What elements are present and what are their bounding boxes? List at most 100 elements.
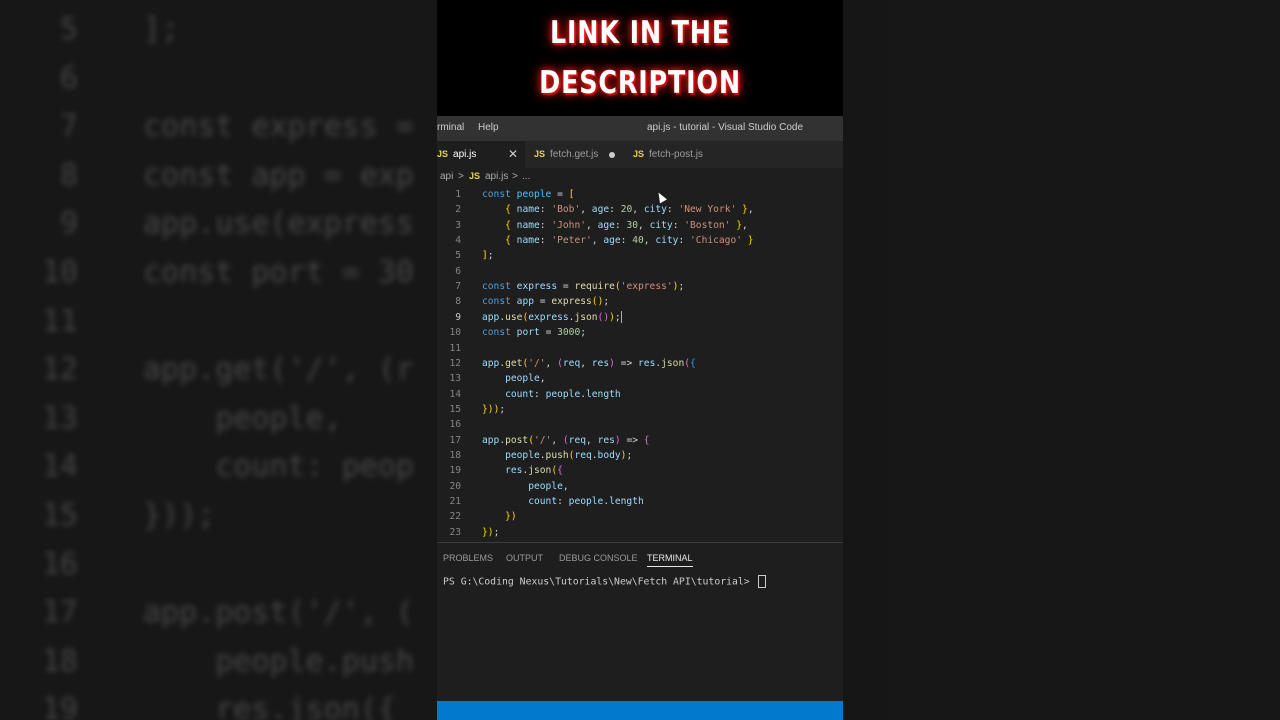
menu-terminal[interactable]: rminal <box>437 122 464 133</box>
background-line-number: 7 <box>59 109 78 145</box>
code-text: app.use(express.json()); <box>482 310 622 323</box>
vscode-screenshot-column: LINK IN THE DESCRIPTION rminal Help api.… <box>437 0 843 720</box>
background-code-text: const express = <box>143 109 432 145</box>
line-number: 20 <box>449 480 461 492</box>
modified-dot-icon[interactable] <box>609 152 615 158</box>
line-number: 17 <box>449 434 461 446</box>
line-number: 2 <box>455 204 461 216</box>
code-line[interactable]: 19 res.json({ <box>437 463 843 478</box>
code-editor[interactable]: 1 const people = [ 2 { name: 'Bob', age: 2… <box>437 186 843 542</box>
code-text: const people = [ <box>482 189 575 200</box>
code-line[interactable]: 3 { name: 'John', age: 30, city: 'Boston… <box>437 218 843 233</box>
code-text: const app = express(); <box>482 296 610 308</box>
code-line[interactable]: 21 count: people.length <box>437 494 843 509</box>
background-line-number: 14 <box>41 449 78 485</box>
background-line-number: 10 <box>41 255 78 290</box>
tab-label: fetch-post.js <box>649 149 703 160</box>
line-number: 14 <box>449 388 461 400</box>
code-text: res.json({ <box>505 465 563 477</box>
line-number: 7 <box>455 281 461 293</box>
background-code-text: ]; <box>143 12 180 47</box>
js-file-icon: JS <box>469 171 481 181</box>
code-text: people, <box>505 373 546 385</box>
line-number: 11 <box>449 342 461 354</box>
banner-text: LINK IN THE DESCRIPTION <box>539 8 741 108</box>
code-line[interactable]: 2 { name: 'Bob', age: 20, city: 'New Yor… <box>437 202 843 217</box>
breadcrumb: api > JS api.js > ... <box>437 168 843 186</box>
terminal-prompt-line[interactable]: PS G:\Coding Nexus\Tutorials\New\Fetch A… <box>443 575 766 588</box>
code-line[interactable]: 11 <box>437 341 843 356</box>
terminal-cursor <box>757 575 766 588</box>
tab-fetch-post-js[interactable]: JS fetch-post.js <box>633 141 728 168</box>
code-text: count: people.length <box>505 388 621 400</box>
window-title: api.js - tutorial - Visual Studio Code <box>647 122 804 133</box>
code-line[interactable]: 12 app.get('/', (req, res) => res.json({ <box>437 356 843 371</box>
background-code-text: count: peop <box>143 449 414 485</box>
js-file-icon: JS <box>633 149 645 159</box>
line-number: 23 <box>449 526 461 538</box>
code-line[interactable]: 13 people, <box>437 371 843 386</box>
terminal-prompt: PS G:\Coding Nexus\Tutorials\New\Fetch A… <box>443 576 756 588</box>
code-line[interactable]: 1 const people = [ <box>437 187 843 202</box>
code-line[interactable]: 22 }) <box>437 509 843 524</box>
code-line[interactable]: 15})); <box>437 402 843 417</box>
panel-tab-problems[interactable]: PROBLEMS <box>443 553 493 563</box>
code-line[interactable]: 17 app.post('/', (req, res) => { <box>437 433 843 448</box>
code-line[interactable]: 8 const app = express(); <box>437 294 843 309</box>
code-line[interactable]: 6 <box>437 264 843 279</box>
editor-tabs: JS api.js ✕ JS fetch.get.js JS fetch-post.j… <box>437 141 843 168</box>
status-bar <box>437 701 843 720</box>
background-code-text: app.use(express <box>143 206 414 242</box>
background-right-dim <box>843 0 1280 720</box>
code-line[interactable]: 14 count: people.length <box>437 387 843 402</box>
breadcrumb-separator: > <box>512 171 518 182</box>
banner-line-2: DESCRIPTION <box>539 65 741 101</box>
code-line[interactable]: 18 people.push(req.body); <box>437 448 843 463</box>
background-code-text: app.post('/', ( <box>143 595 414 631</box>
code-line[interactable]: 9 app.use(express.json()); <box>437 310 843 325</box>
tab-label: fetch.get.js <box>550 149 599 160</box>
code-line[interactable]: 4 { name: 'Peter', age: 40, city: 'Chica… <box>437 233 843 248</box>
background-code-text: people.push <box>143 643 414 679</box>
code-text: const port = 3000; <box>482 327 587 339</box>
code-line[interactable]: 7 const express = require('express'); <box>437 279 843 294</box>
code-text: })); <box>482 403 506 415</box>
code-text: ]; <box>482 250 494 262</box>
background-line-number: 18 <box>41 643 78 679</box>
panel-tab-terminal[interactable]: TERMINAL <box>647 553 693 567</box>
code-line[interactable]: 10 const port = 3000; <box>437 325 843 340</box>
code-text: }); <box>482 526 500 538</box>
code-text: }) <box>505 511 517 523</box>
code-line[interactable]: 23}); <box>437 525 843 540</box>
line-number: 22 <box>449 511 461 523</box>
panel-tab-output[interactable]: OUTPUT <box>506 553 543 563</box>
text-cursor <box>620 310 622 323</box>
menu-help[interactable]: Help <box>478 122 499 133</box>
breadcrumb-more[interactable]: ... <box>522 171 530 182</box>
background-line-number: 6 <box>59 60 78 96</box>
breadcrumb-file[interactable]: api.js <box>485 171 508 182</box>
breadcrumb-folder[interactable]: api <box>440 171 453 182</box>
background-line-number: 19 <box>41 692 78 720</box>
line-number: 16 <box>449 419 461 431</box>
line-number: 15 <box>449 403 461 415</box>
code-text: { name: 'Bob', age: 20, city: 'New York'… <box>505 204 754 216</box>
line-number: 8 <box>455 296 461 308</box>
background-code-text: const app = exp <box>143 157 414 193</box>
code-line[interactable]: 5]; <box>437 248 843 263</box>
tab-api-js[interactable]: JS api.js ✕ <box>437 141 525 168</box>
code-text: { name: 'Peter', age: 40, city: 'Chicago… <box>505 235 754 247</box>
js-file-icon: JS <box>437 149 449 159</box>
tab-fetch-get-js[interactable]: JS fetch.get.js <box>534 141 624 168</box>
line-number: 13 <box>449 373 461 385</box>
line-number: 1 <box>455 189 461 200</box>
background-line-number: 15 <box>41 498 78 533</box>
code-text: people.push(req.body); <box>505 449 633 461</box>
code-line[interactable]: 20 people, <box>437 479 843 494</box>
background-line-number: 12 <box>41 352 78 388</box>
code-line[interactable]: 16 <box>437 417 843 432</box>
close-icon[interactable]: ✕ <box>508 141 518 168</box>
background-code-text: people, <box>143 400 342 436</box>
panel-tab-debug-console[interactable]: DEBUG CONSOLE <box>559 553 638 563</box>
background-line-number: 17 <box>41 595 78 631</box>
